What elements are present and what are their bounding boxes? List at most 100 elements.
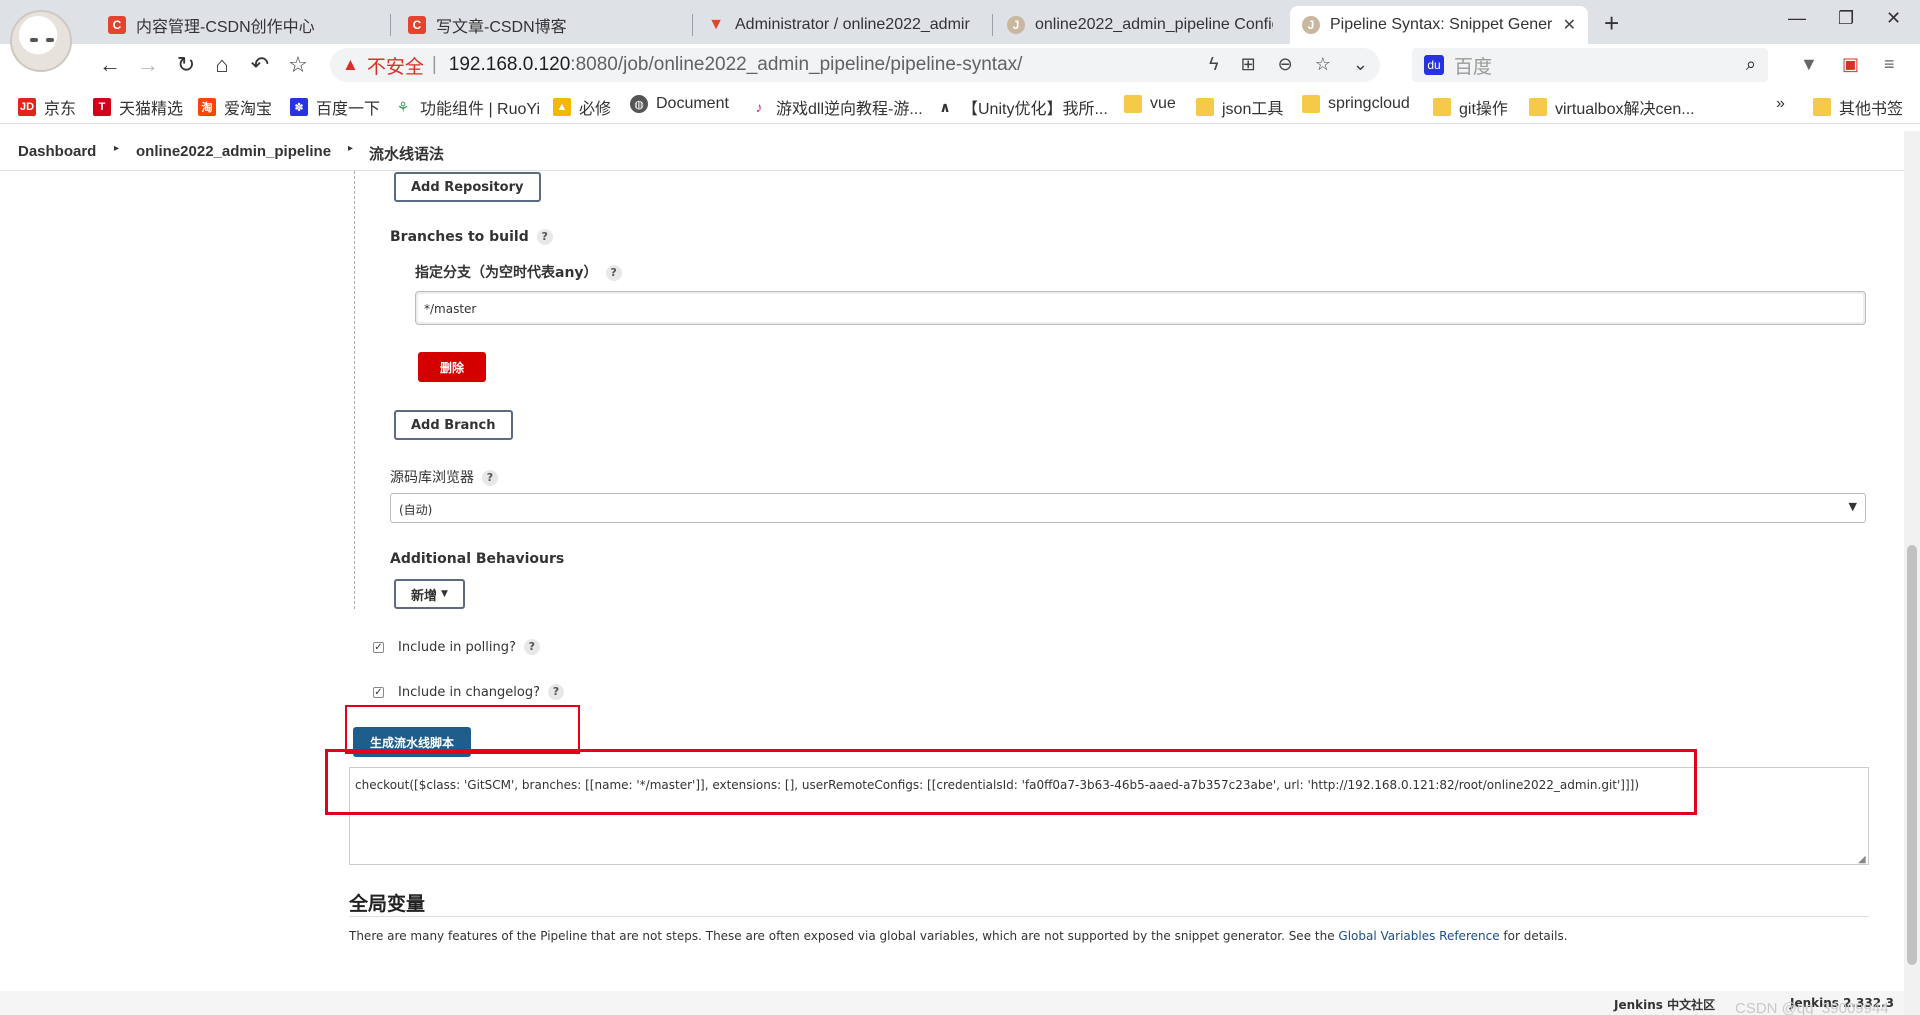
bookmark-game-dll[interactable]: ♪ 游戏dll逆向教程-游... (750, 95, 923, 119)
tab-pipeline-syntax[interactable]: J Pipeline Syntax: Snippet Gener ✕ (1290, 6, 1588, 44)
bookmark-document[interactable]: ◍ Document (630, 95, 729, 113)
tab-csdn-write[interactable]: C 写文章-CSDN博客 (396, 6, 686, 44)
forward-icon[interactable]: → (134, 52, 162, 78)
help-icon[interactable]: ? (523, 639, 540, 655)
new-tab-button[interactable]: + (1604, 8, 1619, 39)
folder-icon (1433, 98, 1451, 116)
minimize-icon[interactable]: — (1788, 8, 1806, 29)
scrollbar-thumb[interactable] (1907, 545, 1917, 965)
tab-separator (992, 14, 993, 36)
bookmark-json[interactable]: json工具 (1196, 95, 1283, 119)
lightning-icon[interactable]: ϟ (1209, 54, 1219, 75)
add-behaviour-dropdown[interactable]: 新增 ▼ (394, 579, 465, 609)
include-changelog-checkbox[interactable]: ✓ Include in changelog?? (373, 684, 564, 700)
bookmark-label: 京东 (44, 101, 77, 118)
csdn-icon: C (108, 16, 126, 34)
tab-csdn-content[interactable]: C 内容管理-CSDN创作中心 (96, 6, 386, 44)
menu-icon[interactable]: ≡ (1884, 54, 1895, 75)
bookmark-baidu[interactable]: ✽ 百度一下 (290, 95, 380, 119)
tmall-icon: T (93, 98, 111, 116)
annotation-box-button (345, 705, 580, 754)
branch-spec-input[interactable]: */master (415, 291, 1866, 325)
bookmark-label: 游戏dll逆向教程-游... (776, 101, 923, 118)
checkbox-checked-icon[interactable]: ✓ (373, 641, 384, 653)
bookmark-bixiu[interactable]: ▲ 必修 (553, 95, 611, 119)
url-path: :8080/job/online2022_admin_pipeline/pipe… (570, 54, 1023, 75)
undo-icon[interactable]: ↶ (246, 52, 274, 78)
include-polling-checkbox[interactable]: ✓ Include in polling?? (373, 639, 540, 655)
restore-icon[interactable]: ❐ (1838, 8, 1854, 29)
bookmark-ruoyi[interactable]: ⚘ 功能组件 | RuoYi (394, 95, 540, 119)
branches-label: Branches to build? (390, 229, 553, 245)
help-icon[interactable]: ? (536, 229, 553, 245)
chevron-down-icon[interactable]: ⌄ (1353, 54, 1368, 75)
add-repository-button[interactable]: Add Repository (394, 172, 541, 202)
pdf-icon[interactable]: ▣ (1842, 54, 1859, 75)
bookmark-git[interactable]: git操作 (1433, 95, 1508, 119)
chevron-right-icon[interactable]: ▸ (114, 143, 119, 154)
bookmark-vue[interactable]: vue (1124, 95, 1176, 113)
community-link[interactable]: Jenkins 中文社区 (1614, 996, 1715, 1013)
caret-down-icon: ▼ (441, 589, 448, 599)
bookmark-label: 爱淘宝 (224, 101, 273, 118)
breadcrumb-dashboard[interactable]: Dashboard (18, 143, 96, 160)
folder-icon (1196, 98, 1214, 116)
bookmark-springcloud[interactable]: springcloud (1302, 95, 1410, 113)
bookmark-label: 百度一下 (316, 101, 381, 118)
add-behaviour-label: 新增 (411, 588, 438, 604)
profile-avatar[interactable] (10, 10, 72, 72)
search-icon[interactable]: ⌕ (1746, 54, 1756, 75)
bookmark-tmall[interactable]: T 天猫精选 (93, 95, 183, 119)
chevron-right-icon[interactable]: ▸ (348, 143, 353, 154)
bookmarks-overflow[interactable]: » (1776, 95, 1785, 113)
bixiu-icon: ▲ (553, 98, 571, 116)
help-icon[interactable]: ? (482, 470, 498, 486)
bookmark-jd[interactable]: JD 京东 (18, 95, 76, 119)
game-icon: ♪ (755, 99, 763, 115)
bookmark-label: json工具 (1222, 101, 1284, 118)
bookmark-virtualbox[interactable]: virtualbox解决cen... (1529, 95, 1695, 119)
repo-browser-select[interactable]: (自动) ▼ (390, 493, 1866, 523)
global-variables-description: There are many features of the Pipeline … (349, 929, 1568, 943)
security-label[interactable]: 不安全 (367, 52, 424, 79)
breadcrumb-job[interactable]: online2022_admin_pipeline (136, 143, 331, 160)
tab-jenkins-config[interactable]: J online2022_admin_pipeline Config (995, 6, 1285, 44)
tab-gitlab[interactable]: ▼ Administrator / online2022_admir (695, 6, 985, 44)
search-box[interactable]: du 百度 ⌕ (1412, 48, 1768, 82)
tab-label: online2022_admin_pipeline Config (1035, 16, 1273, 33)
reload-icon[interactable]: ↻ (172, 52, 200, 78)
global-variables-reference-link[interactable]: Global Variables Reference (1338, 929, 1499, 943)
extension-icon[interactable]: ▼ (1800, 54, 1818, 75)
section-guide-line (354, 171, 355, 609)
address-bar[interactable]: ▲ 不安全 | 192.168.0.120:8080/job/online202… (330, 48, 1380, 82)
add-branch-button[interactable]: Add Branch (394, 410, 513, 440)
bookmark-unity[interactable]: ∧ 【Unity优化】我所... (936, 95, 1107, 119)
bookmark-other[interactable]: 其他书签 (1813, 95, 1903, 119)
bookmark-label: 功能组件 | RuoYi (420, 101, 541, 118)
warning-icon: ▲ (342, 55, 359, 74)
help-icon[interactable]: ? (548, 684, 564, 700)
breadcrumb-pipeline-syntax[interactable]: 流水线语法 (369, 143, 444, 164)
zoom-icon[interactable]: ⊖ (1278, 54, 1293, 75)
help-icon[interactable]: ? (605, 265, 622, 281)
bookmark-star-icon[interactable]: ☆ (284, 52, 312, 78)
close-icon[interactable]: ✕ (1563, 15, 1576, 35)
delete-branch-button[interactable]: 删除 (418, 352, 486, 382)
translate-icon[interactable]: ⊞ (1241, 54, 1256, 75)
resize-handle-icon[interactable]: ◢ (1858, 854, 1866, 865)
close-window-icon[interactable]: ✕ (1886, 8, 1901, 29)
checkbox-checked-icon[interactable]: ✓ (373, 686, 384, 698)
branch-spec-label-text: 指定分支（为空时代表any） (415, 265, 598, 281)
tab-separator (692, 14, 693, 36)
folder-icon (1813, 98, 1831, 116)
bookmark-label: Document (656, 95, 729, 112)
baidu-paw-icon: ✽ (290, 98, 308, 116)
home-icon[interactable]: ⌂ (208, 52, 236, 78)
bookmark-taobao[interactable]: 淘爱淘宝 (198, 95, 272, 119)
baidu-icon: du (1424, 55, 1444, 75)
global-variables-heading: 全局变量 (349, 893, 426, 915)
back-icon[interactable]: ← (96, 52, 124, 78)
page-footer: Jenkins 中文社区 Jenkins 2.332.3 (0, 991, 1904, 1015)
bookmark-label: 必修 (579, 101, 612, 118)
star-icon[interactable]: ☆ (1315, 54, 1331, 75)
